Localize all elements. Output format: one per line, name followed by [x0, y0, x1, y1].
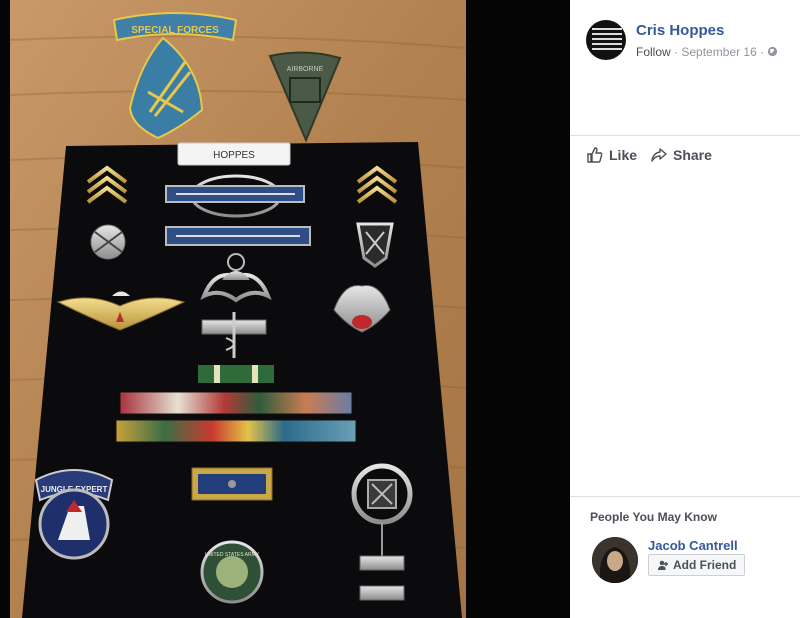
divider [570, 135, 800, 136]
people-you-may-know-title: People You May Know [590, 510, 717, 524]
post-sidebar: Cris Hoppes Follow · September 16 · Like… [570, 0, 800, 618]
round-badge-text: UNITED STATES ARMY [205, 552, 260, 558]
ribbon-row-2 [115, 419, 357, 443]
medals-photo: SPECIAL FORCES AIRBORNE HOPPES UNITED ST… [9, 0, 467, 618]
author-avatar[interactable] [586, 20, 626, 60]
post-date[interactable]: September 16 [681, 45, 756, 59]
thumbs-up-icon [587, 147, 603, 163]
jungle-expert-badge: JUNGLE EXPERT [34, 469, 114, 560]
nameplate-text: HOPPES [213, 150, 255, 161]
add-friend-button[interactable]: Add Friend [648, 554, 746, 576]
meta-separator: · [674, 45, 679, 59]
united-states-army-badge: UNITED STATES ARMY [200, 540, 264, 604]
share-label: Share [673, 147, 712, 163]
post-meta: Follow · September 16 · [636, 45, 778, 59]
infantry-branch-disc [90, 224, 126, 260]
unit-citation [191, 467, 273, 501]
post-photo[interactable]: SPECIAL FORCES AIRBORNE HOPPES UNITED ST… [0, 0, 570, 618]
globe-icon[interactable] [767, 46, 778, 57]
friend-suggestion-avatar[interactable] [592, 537, 638, 583]
add-friend-label: Add Friend [673, 558, 737, 572]
friend-photo [592, 537, 638, 583]
ribbon-single [198, 365, 274, 383]
expert-infantry-badge [165, 226, 311, 246]
friend-suggestion-name[interactable]: Jacob Cantrell [648, 538, 738, 553]
patch-right-text: AIRBORNE [287, 66, 324, 73]
patch-top-text: SPECIAL FORCES [131, 25, 219, 36]
share-arrow-icon [651, 148, 667, 162]
follow-link[interactable]: Follow [636, 45, 671, 59]
like-label: Like [609, 147, 638, 163]
like-button[interactable]: Like [586, 146, 637, 164]
meta-separator-2: · [760, 45, 765, 59]
add-friend-icon [658, 560, 668, 570]
divider-2 [570, 496, 800, 497]
share-button[interactable]: Share [650, 146, 712, 164]
author-name[interactable]: Cris Hoppes [636, 22, 724, 39]
ribbon-row-1 [119, 391, 353, 415]
